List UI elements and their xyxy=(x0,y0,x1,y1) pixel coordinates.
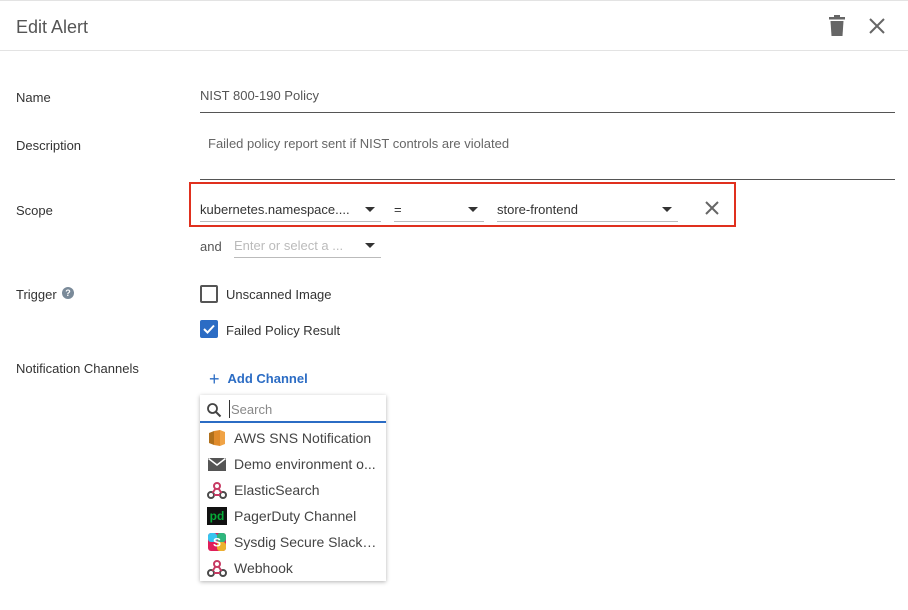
channel-item-label: AWS SNS Notification xyxy=(234,430,372,446)
channel-dropdown: AWS SNS Notification Demo environment o.… xyxy=(200,395,386,581)
svg-text:pd: pd xyxy=(210,509,225,523)
unscanned-image-label[interactable]: Unscanned Image xyxy=(226,287,332,302)
failed-policy-checkbox[interactable] xyxy=(200,320,218,338)
channel-search xyxy=(200,395,386,423)
channel-item-elasticsearch[interactable]: ElasticSearch xyxy=(200,477,386,503)
scope-operator-value: = xyxy=(394,202,402,217)
close-icon[interactable] xyxy=(866,15,888,37)
channel-item-label: Webhook xyxy=(234,560,293,576)
caret-down-icon xyxy=(365,243,375,248)
scope-operator-select[interactable]: = xyxy=(394,194,484,222)
scope-key-value: kubernetes.namespace.... xyxy=(200,202,350,217)
trash-icon[interactable] xyxy=(827,15,847,37)
channel-item-webhook[interactable]: Webhook xyxy=(200,555,386,581)
description-field[interactable]: Failed policy report sent if NIST contro… xyxy=(200,126,895,180)
scope-label: Scope xyxy=(16,203,53,218)
description-label: Description xyxy=(16,138,82,153)
add-channel-label: Add Channel xyxy=(227,371,308,386)
channel-search-input[interactable] xyxy=(229,400,379,418)
add-channel-button[interactable]: + Add Channel xyxy=(209,369,308,389)
notification-channels-label: Notification Channels xyxy=(16,361,139,376)
plus-icon: + xyxy=(209,369,220,389)
webhook-icon xyxy=(207,560,227,577)
unscanned-image-checkbox[interactable] xyxy=(200,285,218,303)
name-field[interactable]: NIST 800-190 Policy xyxy=(200,86,895,113)
checkmark-icon xyxy=(203,324,215,334)
failed-policy-label[interactable]: Failed Policy Result xyxy=(226,323,340,338)
email-icon xyxy=(208,457,226,471)
caret-down-icon xyxy=(365,207,375,212)
trigger-label: Trigger xyxy=(16,287,57,302)
scope-key-select[interactable]: kubernetes.namespace.... xyxy=(200,194,381,222)
channel-item-aws-sns[interactable]: AWS SNS Notification xyxy=(200,425,386,451)
dialog-header: Edit Alert xyxy=(0,0,908,51)
caret-down-icon xyxy=(662,207,672,212)
name-label: Name xyxy=(16,90,51,105)
channel-item-label: ElasticSearch xyxy=(234,482,320,498)
help-icon[interactable]: ? xyxy=(62,287,74,299)
remove-scope-icon[interactable] xyxy=(703,199,721,217)
slack-icon: S xyxy=(208,533,226,551)
channel-item-label: Sysdig Secure Slack I... xyxy=(234,534,380,550)
search-icon xyxy=(207,403,222,418)
scope-add-placeholder: Enter or select a ... xyxy=(234,238,344,253)
pagerduty-icon: pd xyxy=(207,507,227,525)
channel-item-label: PagerDuty Channel xyxy=(234,508,357,524)
channel-item-label: Demo environment o... xyxy=(234,456,376,472)
channel-item-demo-email[interactable]: Demo environment o... xyxy=(200,451,386,477)
svg-text:S: S xyxy=(213,536,221,550)
aws-sns-icon xyxy=(209,430,225,446)
and-label: and xyxy=(200,239,222,254)
caret-down-icon xyxy=(468,207,478,212)
scope-value-select[interactable]: store-frontend xyxy=(497,194,678,222)
channel-item-pagerduty[interactable]: pd PagerDuty Channel xyxy=(200,503,386,529)
scope-value-text: store-frontend xyxy=(497,202,578,217)
scope-add-select[interactable]: Enter or select a ... xyxy=(234,230,381,258)
webhook-icon xyxy=(207,482,227,499)
channel-item-slack[interactable]: S Sysdig Secure Slack I... xyxy=(200,529,386,555)
dialog-title: Edit Alert xyxy=(16,17,89,37)
